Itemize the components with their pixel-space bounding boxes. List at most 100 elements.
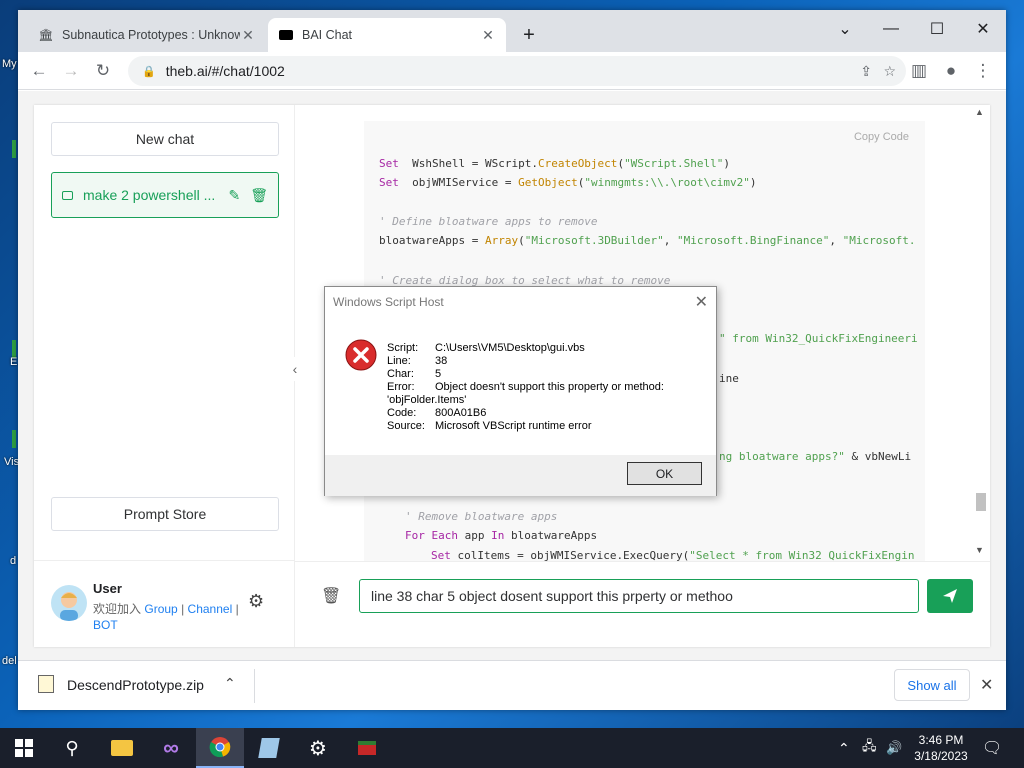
network-icon[interactable]: 🖧 xyxy=(862,728,877,768)
tab-search-icon[interactable]: ⌄ xyxy=(822,14,868,44)
dialog-close-icon[interactable]: ✕ xyxy=(695,292,708,312)
desktop-label: My xyxy=(2,58,17,70)
desktop-label: del xyxy=(2,655,17,667)
clock-date: 3/18/2023 xyxy=(914,749,968,763)
show-all-button[interactable]: Show all xyxy=(894,669,970,701)
code-token: "Microsoft.BingFinance" xyxy=(677,234,830,247)
send-button[interactable] xyxy=(927,579,973,613)
error-field-label: Line: xyxy=(387,355,411,367)
app-icon[interactable] xyxy=(343,728,391,768)
code-token: In xyxy=(491,529,505,542)
chrome-icon[interactable] xyxy=(196,728,244,768)
code-token: " from Win32_QuickFixEngineeri xyxy=(719,332,918,345)
chat-bubble-icon xyxy=(62,190,73,200)
taskbar: ⚲ ∞ ⚙ ⌃ 🖧 🔊 3:46 PM 3/18/2023 🗨 xyxy=(0,728,1024,768)
side-panel-icon[interactable]: ▥ xyxy=(906,58,932,84)
error-field-value: 38 xyxy=(435,355,448,367)
address-bar[interactable]: 🔒 theb.ai/#/chat/1002 ⇪ ☆ xyxy=(128,56,906,86)
collapse-sidebar-icon[interactable]: ‹ xyxy=(287,357,303,381)
settings-icon[interactable]: ⚙ xyxy=(294,728,342,768)
dialog-title: Windows Script Host xyxy=(333,295,444,309)
minimize-button[interactable]: — xyxy=(868,14,914,44)
code-token: ' Define bloatware apps to remove xyxy=(379,215,598,228)
message-input[interactable] xyxy=(359,579,919,613)
forward-icon[interactable]: → xyxy=(58,58,84,84)
download-divider xyxy=(254,669,255,703)
separator: | xyxy=(235,602,239,616)
code-line: bloatwareApps = Array("Microsoft.3DBuild… xyxy=(379,234,915,247)
error-field-label: Source: xyxy=(387,420,425,432)
volume-icon[interactable]: 🔊 xyxy=(886,728,902,768)
code-line: For Each app In bloatwareApps xyxy=(405,529,597,542)
code-line: Set objWMIService = GetObject("winmgmts:… xyxy=(379,176,757,189)
code-token: "Select * from Win32_QuickFixEngin xyxy=(689,549,915,561)
tab-subnautica[interactable]: 🏛 Subnautica Prototypes : Unknown ✕ xyxy=(28,18,266,52)
code-token: & vbNewLi xyxy=(844,450,912,463)
code-token: , xyxy=(829,234,843,247)
code-token: ) xyxy=(749,176,757,189)
prompt-store-button[interactable]: Prompt Store xyxy=(51,497,279,531)
reload-icon[interactable]: ↻ xyxy=(90,58,116,84)
copy-code-button[interactable]: Copy Code xyxy=(854,131,909,143)
code-line: Set WshShell = WScript.CreateObject("WSc… xyxy=(379,157,730,170)
profile-icon[interactable]: ● xyxy=(938,58,964,84)
error-field-value: Microsoft VBScript runtime error xyxy=(435,420,592,432)
scroll-thumb[interactable] xyxy=(976,493,986,511)
share-icon[interactable]: ⇪ xyxy=(860,63,872,80)
code-token: "WScript.Shell" xyxy=(624,157,724,170)
code-line: " from Win32_QuickFixEngineeri xyxy=(719,332,918,345)
download-item[interactable]: DescendPrototype.zip xyxy=(67,677,232,693)
zip-file-icon xyxy=(38,675,54,693)
scrollbar[interactable]: ▲ ▼ xyxy=(972,105,988,561)
edit-icon[interactable]: ✎ xyxy=(228,187,240,204)
scroll-down-icon[interactable]: ▼ xyxy=(975,545,984,555)
error-field-value: 5 xyxy=(435,368,442,380)
maximize-button[interactable]: ☐ xyxy=(914,14,960,44)
tab-title: BAI Chat xyxy=(302,28,353,42)
code-token: ng bloatware apps?" xyxy=(719,450,845,463)
user-panel: User 欢迎加入 Group | Channel | BOT ⚙ xyxy=(34,560,295,647)
code-token: CreateObject xyxy=(537,157,618,170)
search-icon[interactable]: ⚲ xyxy=(48,728,96,768)
ok-button[interactable]: OK xyxy=(627,462,702,485)
close-tab-icon[interactable]: ✕ xyxy=(240,27,256,44)
chevron-up-icon[interactable]: ⌃ xyxy=(224,675,236,692)
code-token: GetObject xyxy=(518,176,578,189)
code-token: Array xyxy=(484,234,519,247)
settings-gear-icon[interactable]: ⚙ xyxy=(248,591,264,612)
close-download-bar-icon[interactable]: ✕ xyxy=(980,675,993,695)
clock-time: 3:46 PM xyxy=(918,733,964,747)
start-icon[interactable] xyxy=(0,728,48,768)
desktop-label: E xyxy=(10,356,18,368)
close-tab-icon[interactable]: ✕ xyxy=(480,27,496,44)
separator: | xyxy=(181,602,185,616)
bookmark-star-icon[interactable]: ☆ xyxy=(883,63,896,80)
code-token: , xyxy=(663,234,678,247)
menu-icon[interactable]: ⋮ xyxy=(970,58,996,84)
user-links: 欢迎加入 Group | Channel | BOT xyxy=(93,601,243,633)
trash-icon[interactable]: 🗑 xyxy=(321,586,341,606)
notification-icon[interactable]: 🗨 xyxy=(982,728,1002,768)
tab-bai-chat[interactable]: BAI Chat ✕ xyxy=(268,18,506,52)
channel-link[interactable]: Channel xyxy=(188,602,233,616)
file-explorer-icon[interactable] xyxy=(98,728,146,768)
tray-chevron-icon[interactable]: ⌃ xyxy=(838,728,850,768)
bot-link[interactable]: BOT xyxy=(93,618,118,632)
code-line: Set colItems = objWMIService.ExecQuery("… xyxy=(431,549,914,561)
code-token: ' Remove bloatware apps xyxy=(405,510,558,523)
close-window-button[interactable]: ✕ xyxy=(960,14,1006,44)
tab-strip: 🏛 Subnautica Prototypes : Unknown ✕ BAI … xyxy=(18,10,1006,52)
chat-history-item[interactable]: make 2 powershell ... ✎ 🗑 xyxy=(51,172,279,218)
code-token: colItems = objWMIService.ExecQuery( xyxy=(450,549,690,561)
scroll-up-icon[interactable]: ▲ xyxy=(975,107,984,117)
new-tab-button[interactable]: + xyxy=(514,20,544,50)
desktop-label: Vis xyxy=(4,456,20,468)
visual-studio-icon[interactable]: ∞ xyxy=(147,728,195,768)
delete-icon[interactable]: 🗑 xyxy=(250,187,268,204)
new-chat-button[interactable]: New chat xyxy=(51,122,279,156)
group-link[interactable]: Group xyxy=(144,602,177,616)
notepad-icon[interactable] xyxy=(245,728,293,768)
back-icon[interactable]: ← xyxy=(26,58,52,84)
clock[interactable]: 3:46 PM 3/18/2023 xyxy=(912,728,970,768)
code-token: For Each xyxy=(405,529,458,542)
